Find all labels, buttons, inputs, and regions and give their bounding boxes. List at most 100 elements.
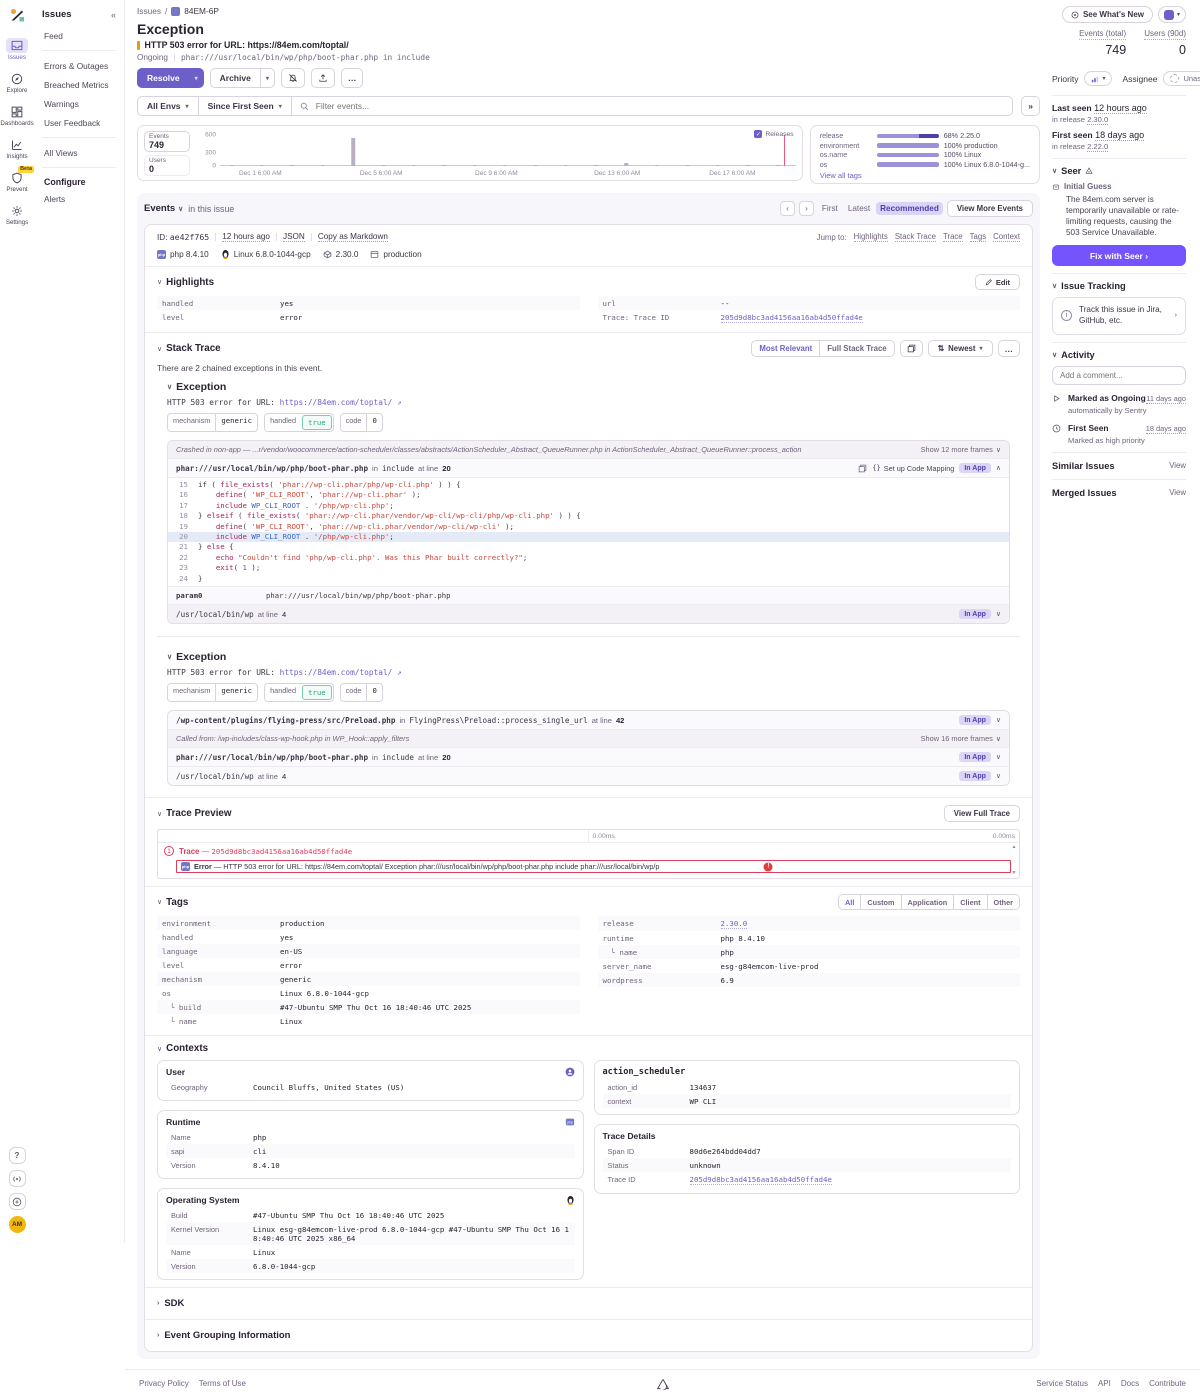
trace-root-row[interactable]: 1 Trace — 205d9d8bc3ad4156aa16ab4d50ffad… — [158, 843, 1019, 859]
footer-link-docs[interactable]: Docs — [1121, 1379, 1139, 1388]
value-link[interactable]: 205d9d8bc3ad4156aa16ab4d50ffad4e — [690, 1175, 832, 1185]
trace-error-row[interactable]: php Error — HTTP 503 error for URL: http… — [176, 860, 1011, 873]
comment-input[interactable] — [1052, 366, 1186, 385]
expand-frame-icon[interactable]: ∨ — [996, 716, 1001, 724]
events-nav-recommended[interactable]: Recommended — [876, 202, 943, 215]
help-icon[interactable]: ? — [9, 1147, 26, 1164]
frame-header[interactable]: /usr/local/bin/wp at line 4 In App ∨ — [168, 604, 1009, 623]
collapse-icon[interactable]: ∨ — [157, 898, 162, 906]
environment-select[interactable]: All Envs▾ — [137, 96, 199, 116]
stat-label[interactable]: Users (90d) — [1144, 29, 1186, 40]
expand-frame-icon[interactable]: ∨ — [996, 772, 1001, 780]
collapse-sidebar-icon[interactable]: « — [111, 10, 116, 20]
stack-trace-more-button[interactable]: … — [998, 340, 1021, 357]
tag-filter-application[interactable]: Application — [901, 895, 954, 909]
footer-link-privacy-policy[interactable]: Privacy Policy — [139, 1379, 189, 1388]
tag-summary-row[interactable]: environment100% production — [820, 141, 1030, 151]
event-chip[interactable]: Linux 6.8.0-1044-gcp — [221, 249, 311, 259]
activity-time[interactable]: 18 days ago — [1146, 424, 1186, 434]
archive-button[interactable]: Archive — [210, 68, 261, 88]
collapsed-frames-row[interactable]: Crashed in non-app — ...r/vendor/woocomm… — [168, 441, 1009, 458]
chart-tab-events[interactable]: Events749 — [144, 131, 190, 152]
tag-summary-row[interactable]: os.name100% Linux — [820, 150, 1030, 160]
frame-header[interactable]: /wp-content/plugins/flying-press/src/Pre… — [168, 711, 1009, 729]
view-all-tags-link[interactable]: View all tags — [820, 171, 1030, 180]
assignee-select[interactable]: Unassigned ▾ — [1163, 71, 1200, 86]
copy-icon[interactable] — [858, 464, 867, 473]
archive-dropdown[interactable]: ▾ — [261, 68, 275, 88]
frame-header[interactable]: phar:///usr/local/bin/wp/php/boot-phar.p… — [168, 458, 1009, 477]
event-age[interactable]: 12 hours ago — [222, 232, 270, 242]
sidebar-item-breached-metrics[interactable]: Breached Metrics — [42, 75, 116, 94]
releases-checkbox[interactable]: ✓Releases — [754, 130, 793, 138]
rail-item-settings[interactable]: Settings — [1, 203, 33, 226]
tag-summary-row[interactable]: release68% 2.25.0 — [820, 131, 1030, 141]
chart-tab-users[interactable]: Users0 — [144, 155, 190, 176]
jump-link-highlights[interactable]: Highlights — [854, 232, 888, 242]
expand-panel-button[interactable]: » — [1021, 96, 1040, 116]
fix-with-seer-button[interactable]: Fix with Seer › — [1052, 245, 1186, 266]
events-dropdown[interactable]: Events∨ — [144, 203, 183, 214]
view-similar-link[interactable]: View — [1169, 461, 1186, 470]
breadcrumb-issues-link[interactable]: Issues — [137, 6, 161, 16]
copy-markdown-link[interactable]: Copy as Markdown — [318, 232, 388, 242]
value-link[interactable]: 2.30.0 — [721, 919, 748, 929]
view-more-events-button[interactable]: View More Events — [947, 200, 1033, 217]
event-chip[interactable]: production — [370, 250, 421, 259]
sidebar-item-alerts[interactable]: Alerts — [42, 189, 116, 208]
collapse-icon[interactable]: ∨ — [1052, 167, 1057, 175]
event-chip[interactable]: phpphp 8.4.10 — [157, 250, 209, 259]
resolve-button[interactable]: Resolve — [137, 68, 190, 88]
search-input[interactable] — [314, 100, 1005, 112]
collapsed-frames-row[interactable]: Called from: /wp-includes/class-wp-hook.… — [168, 729, 1009, 747]
view-merged-link[interactable]: View — [1169, 488, 1186, 497]
events-nav-latest[interactable]: Latest — [844, 202, 874, 215]
user-menu[interactable]: ▾ — [1158, 6, 1186, 23]
breadcrumb-issue-id[interactable]: 84EM-6P — [184, 6, 219, 16]
resolve-dropdown[interactable]: ▾ — [190, 68, 204, 88]
external-link-icon[interactable]: ↗ — [397, 668, 402, 677]
view-full-trace-button[interactable]: View Full Trace — [944, 805, 1020, 822]
rail-item-issues[interactable]: Issues — [1, 38, 33, 61]
mute-button[interactable] — [281, 68, 305, 88]
collapse-icon[interactable]: ∨ — [157, 1045, 162, 1053]
sentry-logo[interactable] — [9, 7, 26, 24]
sidebar-item-errors-outages[interactable]: Errors & Outages — [42, 56, 116, 75]
expand-frame-icon[interactable]: ∨ — [996, 753, 1001, 761]
activity-time[interactable]: 11 days ago — [1146, 394, 1186, 404]
edit-highlights-button[interactable]: Edit — [975, 274, 1020, 290]
rail-item-explore[interactable]: Explore — [1, 71, 33, 94]
release-link[interactable]: 2.22.0 — [1087, 142, 1108, 152]
footer-link-terms-of-use[interactable]: Terms of Use — [199, 1379, 246, 1388]
sidebar-item-warnings[interactable]: Warnings — [42, 94, 116, 113]
collapse-icon[interactable]: ∨ — [157, 345, 162, 353]
whats-new-button[interactable]: See What's New — [1062, 6, 1153, 23]
tag-filter-other[interactable]: Other — [987, 895, 1019, 909]
sidebar-item-user-feedback[interactable]: User Feedback — [42, 113, 116, 132]
segment-full-stack-trace[interactable]: Full Stack Trace — [819, 341, 893, 356]
collapse-icon[interactable]: ∨ — [1052, 351, 1057, 359]
collapse-icon[interactable]: ∨ — [167, 383, 172, 391]
jump-link-trace[interactable]: Trace — [943, 232, 963, 242]
rail-item-prevent[interactable]: BetaPrevent — [1, 170, 33, 193]
release-link[interactable]: 2.30.0 — [1087, 115, 1108, 125]
collapsed-section-event-grouping-information[interactable]: ›Event Grouping Information — [145, 1320, 1032, 1351]
related-issues-button[interactable] — [900, 340, 923, 357]
more-actions-button[interactable]: … — [341, 68, 364, 88]
exception-url-link[interactable]: https://84em.com/toptal/ — [280, 398, 393, 407]
collapse-icon[interactable]: ∨ — [1052, 282, 1057, 290]
share-button[interactable] — [311, 68, 335, 88]
footer-link-api[interactable]: API — [1098, 1379, 1111, 1388]
expand-frame-icon[interactable]: ∨ — [996, 610, 1001, 618]
exception-url-link[interactable]: https://84em.com/toptal/ — [280, 668, 393, 677]
value-link[interactable]: 205d9d8bc3ad4156aa16ab4d50ffad4e — [721, 313, 863, 323]
tag-summary-row[interactable]: os100% Linux 6.8.0-1044-g... — [820, 160, 1030, 170]
footer-link-contribute[interactable]: Contribute — [1149, 1379, 1186, 1388]
collapse-frame-icon[interactable]: ∧ — [996, 464, 1001, 472]
date-range-select[interactable]: Since First Seen▾ — [199, 96, 292, 116]
tag-filter-all[interactable]: All — [839, 895, 860, 909]
jump-link-tags[interactable]: Tags — [970, 232, 986, 242]
collapsed-section-sdk[interactable]: ›SDK — [145, 1288, 1032, 1319]
json-link[interactable]: JSON — [283, 232, 305, 242]
external-link-icon[interactable]: ↗ — [397, 398, 402, 407]
